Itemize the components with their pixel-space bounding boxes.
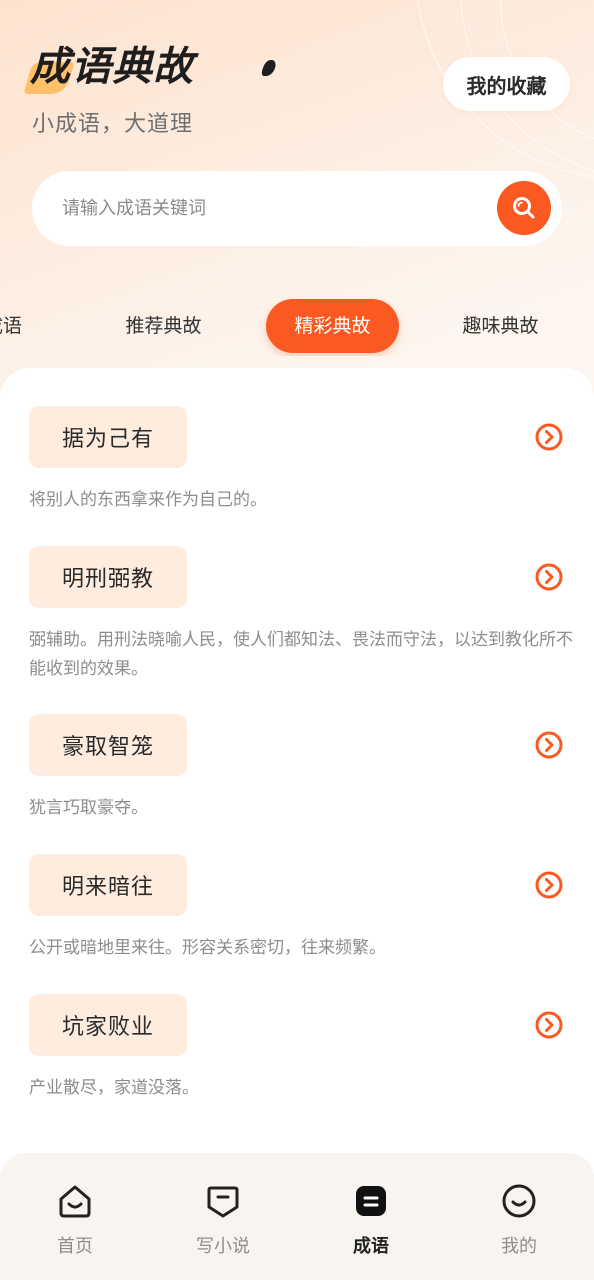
nav-home[interactable]: 首页 — [25, 1182, 125, 1262]
nav-profile[interactable]: 我的 — [469, 1182, 569, 1262]
idiom-title: 明来暗往 — [29, 854, 187, 916]
idiom-icon — [356, 1186, 386, 1216]
idiom-description: 犹言巧取豪夺。 — [29, 798, 148, 818]
favorites-button[interactable]: 我的收藏 — [443, 57, 570, 111]
arrow-right-circle-icon[interactable] — [534, 562, 564, 592]
idiom-title: 明刑弼教 — [29, 546, 187, 608]
search-bar — [32, 171, 562, 246]
nav-write-novel-label: 写小说 — [196, 1236, 250, 1257]
idiom-description: 产业散尽，家道没落。 — [29, 1078, 199, 1098]
arrow-right-circle-icon[interactable] — [534, 870, 564, 900]
idiom-title: 据为己有 — [29, 406, 187, 468]
category-tabs: 成语 推荐典故 精彩典故 趣味典故 — [0, 296, 594, 356]
idiom-description: 公开或暗地里来往。形容关系密切，往来频繁。 — [29, 938, 386, 958]
search-icon — [513, 197, 535, 219]
idiom-description: 将别人的东西拿来作为自己的。 — [29, 490, 267, 510]
nav-profile-label: 我的 — [501, 1236, 537, 1257]
nav-write-novel[interactable]: 写小说 — [173, 1182, 273, 1262]
nav-home-label: 首页 — [57, 1236, 93, 1257]
search-button[interactable] — [497, 181, 551, 235]
search-input[interactable] — [62, 171, 482, 246]
home-icon — [59, 1185, 91, 1218]
idiom-description: 弼辅助。用刑法晓喻人民，使人们都知法、畏法而守法，以达到教化所不能收到的效果。 — [29, 630, 573, 679]
tab-idiom[interactable]: 成语 — [0, 299, 33, 353]
write-icon — [207, 1186, 239, 1218]
idiom-title: 坑家败业 — [29, 994, 187, 1056]
page-title-logo: 成语典故 — [23, 40, 278, 96]
page-subtitle: 小成语，大道理 — [32, 112, 194, 137]
profile-icon — [502, 1184, 536, 1218]
page-title: 成语典故 — [30, 44, 194, 90]
arrow-right-circle-icon[interactable] — [534, 422, 564, 452]
bottom-navigation: 首页 写小说 成语 我的 — [0, 1154, 594, 1280]
tab-recommended[interactable]: 推荐典故 — [97, 299, 230, 353]
arrow-right-circle-icon[interactable] — [534, 730, 564, 760]
header: 成语典故 小成语，大道理 — [23, 40, 278, 137]
idiom-list-panel: 据为己有 将别人的东西拿来作为自己的。 明刑弼教 弼辅助。用刑法晓喻人民，使人们… — [0, 368, 594, 1280]
tab-featured[interactable]: 精彩典故 — [266, 299, 399, 353]
idiom-title: 豪取智笼 — [29, 714, 187, 776]
nav-idiom-label: 成语 — [353, 1236, 389, 1257]
arrow-right-circle-icon[interactable] — [534, 1010, 564, 1040]
nav-idiom[interactable]: 成语 — [321, 1182, 421, 1262]
tab-fun[interactable]: 趣味典故 — [434, 299, 567, 353]
